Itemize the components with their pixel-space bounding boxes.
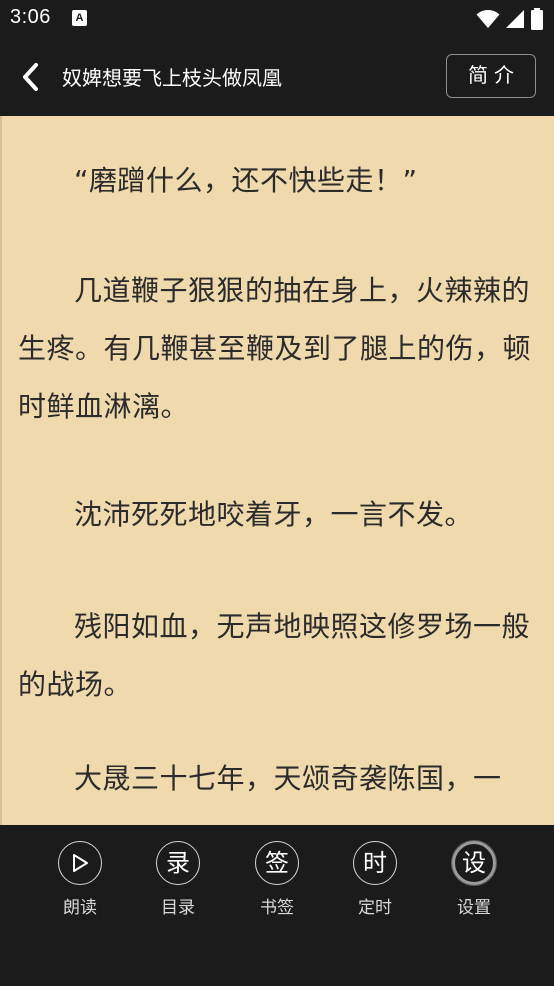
- paragraph: “磨蹭什么，还不快些走！”: [74, 164, 418, 197]
- book-title: 奴婢想要飞上枝头做凤凰: [62, 66, 282, 90]
- intro-button[interactable]: 简介: [446, 54, 536, 98]
- back-arrow-icon: [23, 63, 38, 91]
- signal-icon: [505, 10, 524, 28]
- app-bar: 奴婢想要飞上枝头做凤凰 简介: [0, 38, 554, 116]
- paragraph: 大晟三十七年，天颂奇袭陈国，一: [74, 762, 502, 795]
- settings-button[interactable]: 设 设置: [434, 841, 514, 921]
- contents-icon: 录: [156, 841, 200, 885]
- battery-icon: [531, 8, 543, 30]
- paragraph: 沈沛死死地咬着牙，一言不发。: [74, 498, 474, 531]
- settings-icon: 设: [452, 841, 496, 885]
- bottom-toolbar: 朗读 录 目录 签 书签 时 定时 设 设置: [0, 825, 554, 986]
- read-aloud-label: 朗读: [63, 898, 97, 918]
- status-bar: 3:06 A: [0, 0, 554, 38]
- timer-button[interactable]: 时 定时: [335, 841, 415, 921]
- bookmark-icon: 签: [255, 841, 299, 885]
- status-time: 3:06: [10, 6, 51, 28]
- back-button[interactable]: [12, 58, 50, 96]
- settings-label: 设置: [457, 898, 491, 918]
- timer-label: 定时: [358, 898, 392, 918]
- reader-content[interactable]: “磨蹭什么，还不快些走！” 几道鞭子狠狠的抽在身上，火辣辣的生疼。有几鞭甚至鞭及…: [0, 116, 554, 825]
- timer-icon: 时: [353, 841, 397, 885]
- paragraph: 几道鞭子狠狠的抽在身上，火辣辣的生疼。有几鞭甚至鞭及到了腿上的伤，顿时鲜血淋漓。: [18, 274, 532, 423]
- status-icons: [476, 8, 544, 30]
- page-edge-divider: [0, 116, 2, 825]
- play-triangle-icon: [73, 854, 88, 872]
- bookmark-button[interactable]: 签 书签: [237, 841, 317, 921]
- reader-screen: 3:06 A 奴婢想要飞上枝头做凤凰 简介 “磨蹭什么，还不快些走！” 几道鞭子…: [0, 0, 554, 986]
- play-icon: [58, 841, 102, 885]
- contents-label: 目录: [161, 898, 195, 918]
- wifi-icon: [476, 10, 500, 28]
- paragraph: 残阳如血，无声地映照这修罗场一般的战场。: [18, 610, 531, 701]
- notification-a-icon: A: [72, 10, 87, 26]
- contents-button[interactable]: 录 目录: [138, 841, 218, 921]
- bookmark-label: 书签: [260, 898, 294, 918]
- read-aloud-button[interactable]: 朗读: [40, 841, 120, 921]
